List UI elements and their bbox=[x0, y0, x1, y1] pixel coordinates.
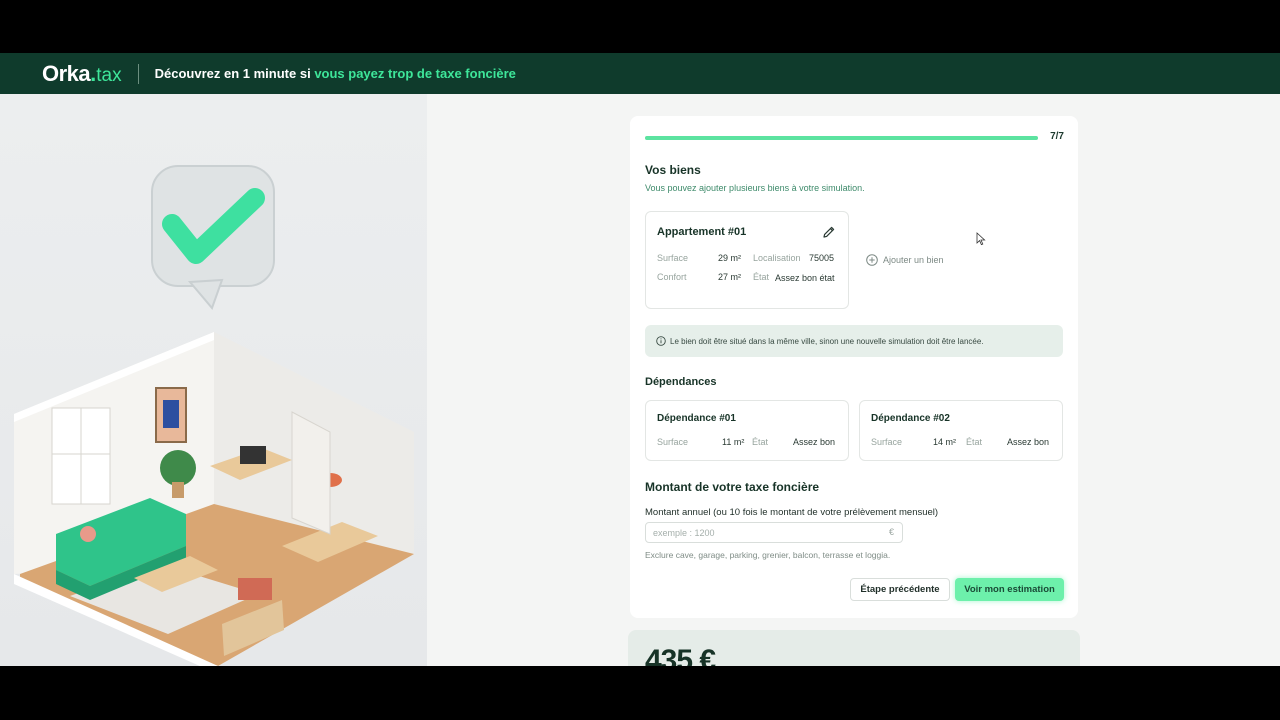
tagline-start: Découvrez en 1 minute si bbox=[154, 66, 315, 81]
montant-field-label: Montant annuel (ou 10 fois le montant de… bbox=[645, 507, 939, 518]
bien-title: Appartement #01 bbox=[657, 226, 747, 238]
dependances-title: Dépendances bbox=[645, 376, 717, 388]
progress-bar bbox=[645, 136, 1038, 140]
result-amount: 435 € bbox=[645, 644, 716, 666]
surface-value-cell: 29 m² bbox=[718, 253, 741, 263]
etat-label: État bbox=[753, 272, 770, 282]
dependance-card-01[interactable]: Dépendance #01 Surface 11 m² État Assez … bbox=[645, 400, 849, 461]
dep2-surface-label: Surface bbox=[871, 437, 903, 447]
biens-title: Vos biens bbox=[645, 163, 701, 177]
localisation-label: Localisation bbox=[753, 253, 801, 263]
simulation-card: 7/7 Vos biens Vous pouvez ajouter plusie… bbox=[630, 116, 1078, 618]
logo-tax-text: tax bbox=[96, 64, 122, 86]
dep1-etat-label: État bbox=[752, 437, 769, 447]
etat-value: Assez bon état bbox=[775, 273, 835, 283]
dep2-surface-label-cell: Surface bbox=[871, 437, 902, 447]
dependance-title: Dépendance #02 bbox=[871, 413, 950, 424]
localisation-row: Localisation bbox=[753, 253, 801, 263]
confort-value: 27 m² bbox=[718, 272, 742, 282]
etat-row: État bbox=[753, 272, 769, 282]
info-icon bbox=[656, 336, 666, 346]
dep2-etat-label: État bbox=[966, 437, 983, 447]
dep1-surface-label-cell: Surface bbox=[657, 437, 688, 447]
etat-value-cell: Assez bon état bbox=[775, 272, 835, 285]
orka-logo[interactable]: Orka. tax bbox=[42, 61, 122, 87]
add-bien-label: Ajouter un bien bbox=[883, 255, 944, 265]
header-divider bbox=[137, 63, 139, 84]
progress-bar-fill bbox=[645, 136, 1038, 140]
tagline-highlight: vous payez trop de taxe foncière bbox=[314, 66, 516, 81]
localisation-value-cell: 75005 bbox=[809, 253, 834, 263]
plus-circle-icon bbox=[866, 254, 878, 266]
main-content: 7/7 Vos biens Vous pouvez ajouter plusie… bbox=[427, 94, 1280, 666]
dep2-etat-value: Assez bon bbox=[1007, 437, 1050, 447]
apartment-illustration bbox=[0, 94, 427, 666]
previous-step-button[interactable]: Étape précédente bbox=[850, 578, 950, 601]
confort-value-cell: 27 m² bbox=[718, 272, 741, 282]
bien-card-appartement-01[interactable]: Appartement #01 Surface 29 m² Localisati… bbox=[645, 211, 849, 309]
letterbox-bottom bbox=[0, 666, 1280, 720]
info-text: Le bien doit être situé dans la même vil… bbox=[670, 336, 984, 346]
localisation-value: 75005 bbox=[809, 253, 835, 263]
montant-input[interactable] bbox=[645, 522, 903, 543]
see-estimation-button[interactable]: Voir mon estimation bbox=[955, 578, 1064, 601]
dep2-surface-value-cell: 14 m² bbox=[933, 437, 956, 447]
dep2-etat-label-cell: État bbox=[966, 437, 982, 447]
taxe-title: Montant de votre taxe foncière bbox=[645, 480, 820, 494]
dep1-surface-value-cell: 11 m² bbox=[722, 437, 744, 447]
dep1-etat-value-cell: Assez bon bbox=[793, 437, 835, 447]
tagline: Découvrez en 1 minute si vous payez trop… bbox=[155, 66, 516, 81]
top-banner: Orka. tax Découvrez en 1 minute si vous p… bbox=[0, 53, 1280, 94]
dep2-etat-value-cell: Assez bon bbox=[1007, 437, 1049, 447]
confort-row: Confort bbox=[657, 272, 687, 282]
isometric-room-image bbox=[14, 165, 414, 666]
dep2-surface-value: 14 m² bbox=[933, 437, 957, 447]
check-bubble-icon bbox=[151, 165, 275, 310]
result-card: 435 € bbox=[628, 630, 1080, 666]
info-banner: Le bien doit être situé dans la même vil… bbox=[645, 325, 1063, 357]
progress-step-label: 7/7 bbox=[1050, 131, 1064, 142]
logo-main-text: Orka bbox=[42, 60, 91, 86]
dep1-etat-label-cell: État bbox=[752, 437, 768, 447]
montant-hint: Exclure cave, garage, parking, grenier, … bbox=[645, 550, 891, 560]
dependance-title: Dépendance #01 bbox=[657, 413, 736, 424]
add-bien-button[interactable]: Ajouter un bien bbox=[866, 254, 944, 266]
biens-subtitle: Vous pouvez ajouter plusieurs biens à vo… bbox=[645, 183, 865, 193]
letterbox-top bbox=[0, 0, 1280, 53]
mouse-cursor-icon bbox=[976, 232, 986, 246]
dependance-card-02[interactable]: Dépendance #02 Surface 14 m² État Assez … bbox=[859, 400, 1063, 461]
pencil-edit-icon[interactable] bbox=[822, 225, 836, 239]
surface-row: Surface bbox=[657, 253, 688, 263]
dep1-etat-value: Assez bon bbox=[793, 437, 836, 447]
euro-suffix: € bbox=[889, 527, 895, 537]
dep1-surface-value: 11 m² bbox=[722, 437, 745, 447]
confort-label: Confort bbox=[657, 272, 687, 282]
surface-label: Surface bbox=[657, 253, 689, 263]
surface-value: 29 m² bbox=[718, 253, 742, 263]
dep1-surface-label: Surface bbox=[657, 437, 689, 447]
